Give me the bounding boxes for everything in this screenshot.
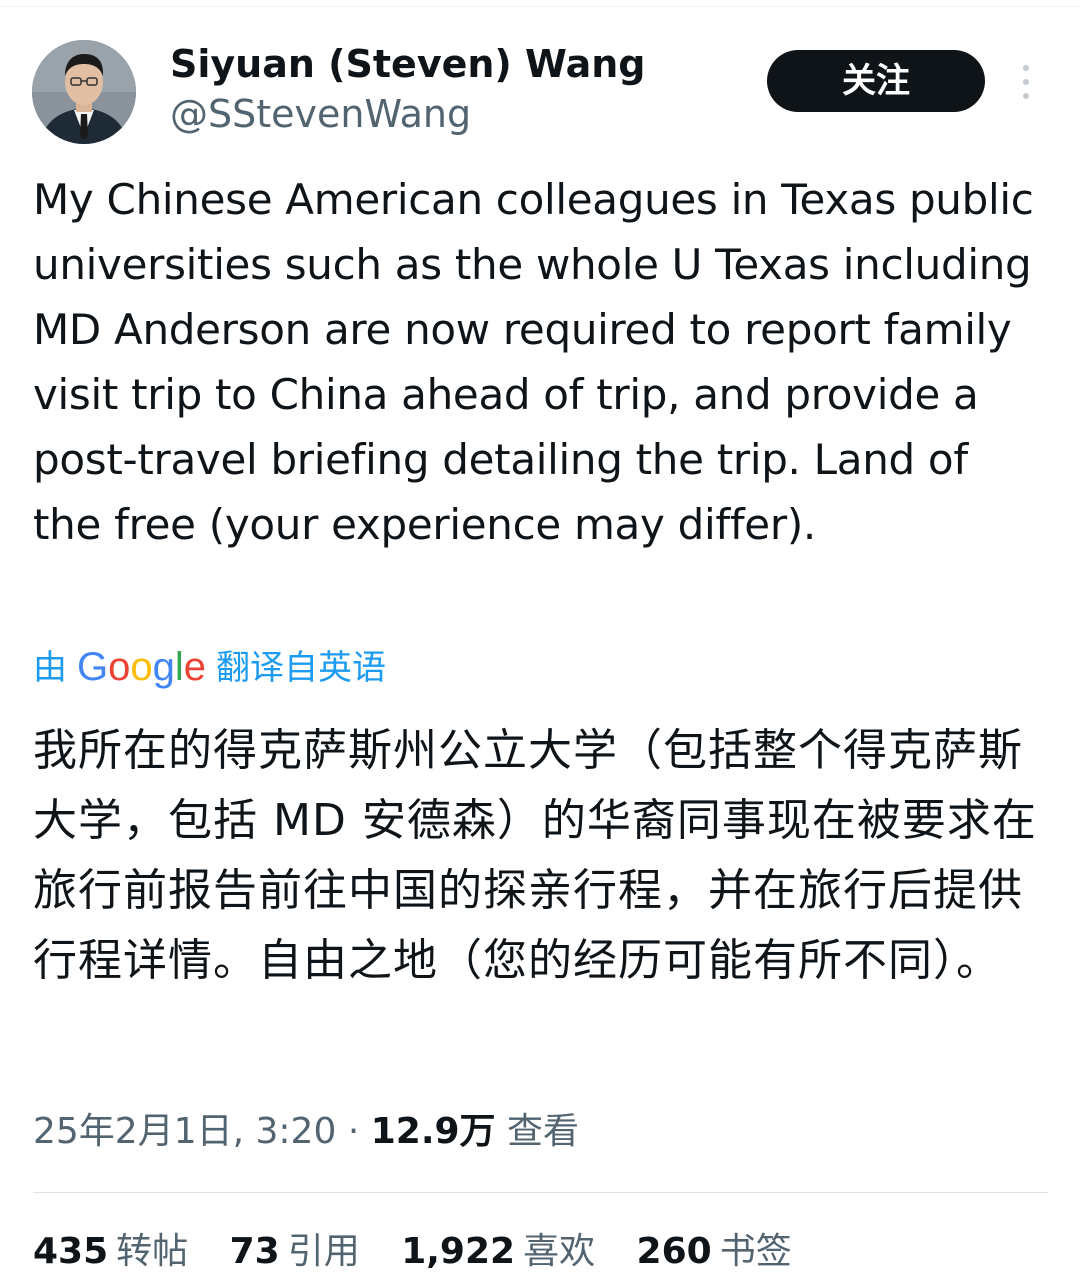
quotes-label: 引用 <box>287 1231 360 1272</box>
reposts-count: 435 <box>33 1231 109 1272</box>
top-divider <box>0 6 1080 7</box>
translated-tweet-text: 我所在的得克萨斯州公立大学（包括整个得克萨斯大学，包括 MD 安德森）的华裔同事… <box>33 725 1037 986</box>
quotes-count: 73 <box>229 1231 280 1272</box>
likes-count: 1,922 <box>401 1231 516 1272</box>
tweet-text: My Chinese American colleagues in Texas … <box>33 175 1034 549</box>
translation-prefix: 由 <box>33 648 67 688</box>
views-count: 12.9万 <box>370 1111 496 1152</box>
stat-quotes[interactable]: 73 引用 <box>230 1226 360 1278</box>
reposts-label: 转帖 <box>116 1231 189 1272</box>
tweet-timestamp[interactable]: 25年2月1日, 3:20 <box>33 1111 336 1152</box>
google-logo: Google <box>77 645 207 689</box>
follow-button[interactable]: 关注 <box>767 50 985 112</box>
tweet-meta: 25年2月1日, 3:20 · 12.9万 查看 <box>33 1106 579 1158</box>
author-avatar[interactable] <box>32 40 136 144</box>
stat-reposts[interactable]: 435 转帖 <box>33 1226 188 1278</box>
avatar-photo-icon <box>32 40 136 144</box>
translation-attribution[interactable]: 由 Google 翻译自英语 <box>33 642 386 692</box>
bookmarks-count: 260 <box>636 1231 712 1272</box>
more-vertical-icon[interactable] <box>1014 62 1038 102</box>
tweet-header: Siyuan (Steven) Wang @SStevenWang 关注 <box>32 40 1048 150</box>
engagement-stats: 435 转帖 73 引用 1,922 喜欢 260 书签 <box>33 1226 822 1278</box>
likes-label: 喜欢 <box>523 1231 596 1272</box>
bookmarks-label: 书签 <box>719 1231 792 1272</box>
meta-separator: · <box>347 1111 360 1152</box>
views-label: 查看 <box>507 1111 580 1152</box>
author-names: Siyuan (Steven) Wang @SStevenWang <box>170 40 645 138</box>
author-handle[interactable]: @SStevenWang <box>170 90 645 138</box>
author-display-name[interactable]: Siyuan (Steven) Wang <box>170 40 645 88</box>
translation-suffix: 翻译自英语 <box>216 648 387 688</box>
stat-bookmarks[interactable]: 260 书签 <box>637 1226 792 1278</box>
stat-likes[interactable]: 1,922 喜欢 <box>401 1226 595 1278</box>
stats-divider <box>33 1192 1048 1193</box>
